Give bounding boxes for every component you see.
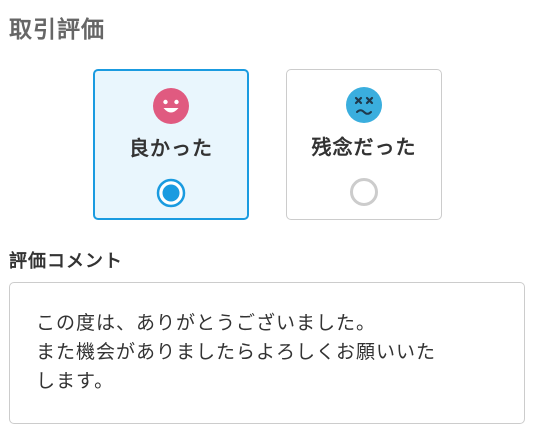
radio-good-checked[interactable] bbox=[156, 178, 186, 208]
rating-option-good[interactable]: 良かった bbox=[93, 69, 249, 220]
comment-heading: 評価コメント bbox=[9, 251, 123, 272]
smiling-face-icon bbox=[153, 88, 189, 124]
radio-bad-unchecked[interactable] bbox=[349, 177, 379, 207]
comment-textarea[interactable]: この度は、ありがとうございました。 また機会がありましたらよろしくお願いいた し… bbox=[9, 282, 525, 424]
rating-bad-label: 残念だった bbox=[311, 135, 417, 159]
page-title: 取引評価 bbox=[9, 17, 105, 43]
rating-option-bad[interactable]: 残念だった bbox=[286, 69, 442, 220]
rating-good-label: 良かった bbox=[129, 136, 213, 160]
dizzy-face-icon bbox=[346, 87, 382, 123]
